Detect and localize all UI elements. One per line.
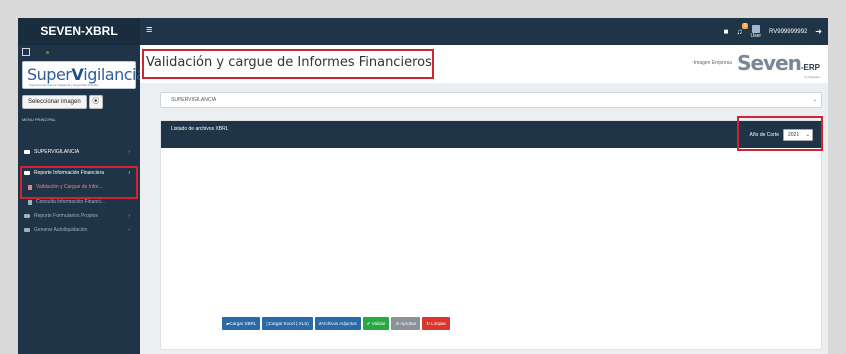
seven-by-text: by Digiware xyxy=(804,75,820,79)
select-image-label: Seleccionar imagen xyxy=(28,99,81,105)
logo-text-a: Super xyxy=(27,65,72,84)
company-image-alt: Imagen Empresa xyxy=(693,60,732,66)
sidebar: SuperVigilancia Superintendencia de Vigi… xyxy=(18,45,146,354)
sidebar-item-generar-autoliquidacion[interactable]: Generar Autoliquidación › xyxy=(24,227,134,233)
logout-icon[interactable]: ➜ xyxy=(815,27,822,36)
sidebar-item-consulta-info[interactable]: Consulta Información Financi... xyxy=(28,199,138,205)
button-label: Cargar Excel (.XLS) xyxy=(268,321,309,326)
button-label: ✔ Validar xyxy=(366,321,386,326)
xbrl-files-panel: Listado de archivos XBRL Año de Corte 20… xyxy=(160,116,823,350)
button-label: ⊘ Aprobar xyxy=(395,321,417,326)
button-label: Cargar XBRL xyxy=(229,321,257,326)
hamburger-menu-icon[interactable]: ≡ xyxy=(146,24,152,36)
aprobar-button[interactable]: ⊘ Aprobar xyxy=(391,317,421,330)
sidebar-item-supervigilancia[interactable]: SUPERVIGILANCIA › xyxy=(24,149,134,155)
logo-text-v: V xyxy=(71,65,84,84)
sidebar-item-label: Reporte Formularios Propios xyxy=(34,213,98,219)
validar-button[interactable]: ✔ Validar xyxy=(362,317,390,330)
brand-name: SEVEN xyxy=(40,24,81,38)
highlight-box xyxy=(142,49,434,79)
notification-badge: 1 xyxy=(741,23,749,29)
user-avatar-icon xyxy=(751,24,760,33)
user-caption: User xyxy=(750,32,762,39)
panel-header: Listado de archivos XBRL Año de Corte 20… xyxy=(161,116,823,151)
upload-icon[interactable]: ⦿ xyxy=(88,95,103,109)
sidebar-item-label: Generar Autoliquidación xyxy=(34,227,88,233)
sidebar-item-label: Consulta Información Financi... xyxy=(36,199,105,205)
limpiar-button[interactable]: ↻ Limpiar xyxy=(422,317,451,330)
username[interactable]: RV999999992 xyxy=(769,29,807,35)
top-bar: SEVEN-XBRL ≡ ■ ♫ 1 User RV999999992 ➜ xyxy=(18,18,828,45)
seven-logo-text: Seven xyxy=(737,51,802,75)
company-select[interactable]: SUPERVIGILANCIA ⌄ xyxy=(160,92,822,108)
brand-logo[interactable]: SEVEN-XBRL xyxy=(18,18,140,45)
seven-erp-logo: Seven-ERP by Digiware xyxy=(737,51,820,79)
button-label: ↻ Limpiar xyxy=(426,321,447,326)
highlight-box xyxy=(737,116,823,151)
button-label: Archivos Adjuntos xyxy=(320,321,357,326)
image-controls: Seleccionar imagen ⦿ xyxy=(22,95,103,109)
logo-text-b: igilancia xyxy=(83,65,146,84)
brand-suffix: -XBRL xyxy=(81,24,118,38)
logo-subtitle: Superintendencia de Vigilancia y Segurid… xyxy=(29,83,98,87)
supervigilancia-logo: SuperVigilancia Superintendencia de Vigi… xyxy=(22,61,146,89)
highlight-box xyxy=(20,166,138,199)
company-select-value: SUPERVIGILANCIA xyxy=(171,97,217,103)
select-image-button[interactable]: Seleccionar imagen xyxy=(22,95,87,109)
folder-icon xyxy=(24,214,30,218)
chevron-down-icon: ⌄ xyxy=(812,97,817,103)
title-bar: Validación y cargue de Informes Financie… xyxy=(140,45,828,83)
user-menu[interactable]: User xyxy=(750,24,762,39)
menu-header: MENU PRINCIPAL xyxy=(22,117,56,122)
chevron-right-icon: › xyxy=(128,149,130,155)
online-status-icon xyxy=(46,51,49,54)
sidebar-toggle-icon[interactable] xyxy=(22,48,30,56)
cargar-excel-button[interactable]: ▯Cargar Excel (.XLS) xyxy=(262,317,313,330)
sidebar-item-reporte-formularios[interactable]: Reporte Formularios Propios › xyxy=(24,213,134,219)
cargar-xbrl-button[interactable]: ▰Cargar XBRL xyxy=(222,317,261,330)
home-icon[interactable]: ■ xyxy=(724,27,729,36)
panel-title: Listado de archivos XBRL xyxy=(171,126,229,132)
seven-erp-text: -ERP xyxy=(800,63,820,72)
company-image-icon: ▫Imagen Empresa xyxy=(692,60,732,66)
top-right-tools: ■ ♫ 1 User RV999999992 ➜ xyxy=(724,22,822,41)
archivos-adjuntos-button[interactable]: ∂Archivos Adjuntos xyxy=(314,317,361,330)
notification-icon[interactable]: ♫ 1 xyxy=(736,23,749,36)
action-buttons: ▰Cargar XBRL ▯Cargar Excel (.XLS) ∂Archi… xyxy=(222,317,451,330)
folder-icon xyxy=(24,150,30,154)
folder-icon xyxy=(24,228,30,232)
chevron-right-icon: › xyxy=(128,213,130,219)
app-window: SEVEN-XBRL ≡ ■ ♫ 1 User RV999999992 ➜ Sup… xyxy=(18,18,828,354)
file-icon xyxy=(28,199,32,205)
sidebar-item-label: SUPERVIGILANCIA xyxy=(34,149,80,155)
main-content: Validación y cargue de Informes Financie… xyxy=(140,45,828,354)
chevron-right-icon: › xyxy=(128,227,130,233)
